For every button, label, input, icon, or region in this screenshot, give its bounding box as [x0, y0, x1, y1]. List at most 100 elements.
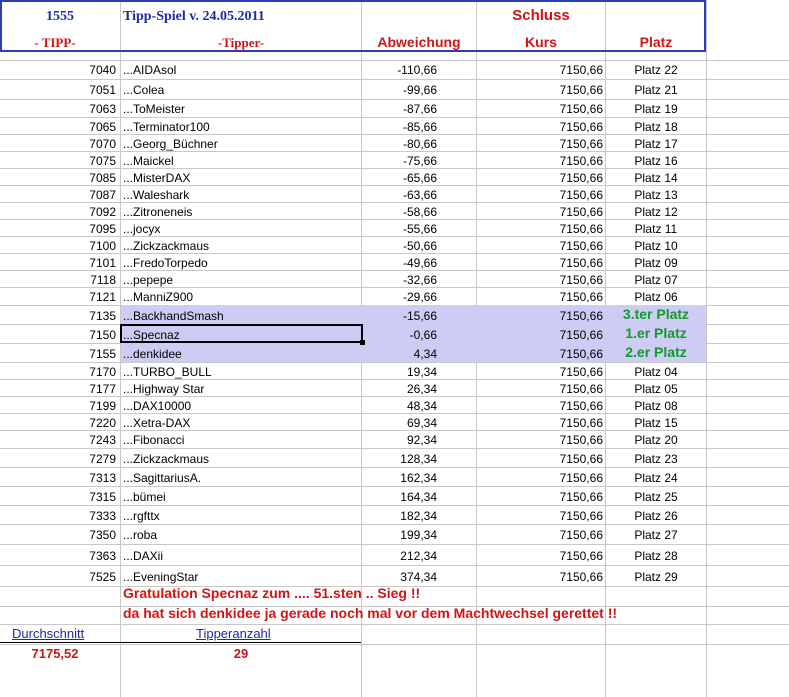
cell-tipp[interactable]: 7220 — [0, 416, 116, 430]
cell-platz[interactable]: Platz 18 — [606, 120, 706, 134]
cell-abweichung[interactable]: -32,66 — [362, 273, 437, 287]
cell-platz[interactable]: Platz 26 — [606, 509, 706, 523]
cell-kurs[interactable]: 7150,66 — [477, 205, 603, 219]
cell-tipper[interactable]: ...Zickzackmaus — [123, 452, 209, 466]
fill-handle[interactable] — [360, 340, 365, 345]
cell-kurs[interactable]: 7150,66 — [477, 452, 603, 466]
cell-abweichung[interactable]: 199,34 — [362, 528, 437, 542]
cell-kurs[interactable]: 7150,66 — [477, 154, 603, 168]
cell-platz[interactable]: Platz 15 — [606, 416, 706, 430]
cell-abweichung[interactable]: 48,34 — [362, 399, 437, 413]
cell-platz[interactable]: Platz 27 — [606, 528, 706, 542]
cell-kurs[interactable]: 7150,66 — [477, 137, 603, 151]
cell-tipp[interactable]: 7101 — [0, 256, 116, 270]
cell-kurs[interactable]: 7150,66 — [477, 239, 603, 253]
cell-tipp[interactable]: 7333 — [0, 509, 116, 523]
cell-kurs[interactable]: 7150,66 — [477, 102, 603, 116]
cell-kurs[interactable]: 7150,66 — [477, 549, 603, 563]
cell-tipper[interactable]: ...Colea — [123, 83, 164, 97]
cell-platz[interactable]: Platz 11 — [606, 222, 706, 236]
cell-abweichung[interactable]: 26,34 — [362, 382, 437, 396]
cell-abweichung[interactable]: 4,34 — [362, 347, 437, 361]
cell-tipper[interactable]: ...Zickzackmaus — [123, 239, 209, 253]
cell-tipp[interactable]: 7121 — [0, 290, 116, 304]
cell-tipp[interactable]: 7525 — [0, 570, 116, 584]
cell-tipper[interactable]: ...denkidee — [123, 347, 182, 361]
cell-platz[interactable]: Platz 22 — [606, 63, 706, 77]
cell-tipper[interactable]: ...MisterDAX — [123, 171, 190, 185]
cell-tipp[interactable]: 7350 — [0, 528, 116, 542]
cell-tipp[interactable]: 7315 — [0, 490, 116, 504]
cell-platz[interactable]: Platz 16 — [606, 154, 706, 168]
cell-abweichung[interactable]: 19,34 — [362, 365, 437, 379]
cell-tipp[interactable]: 7040 — [0, 63, 116, 77]
cell-kurs[interactable]: 7150,66 — [477, 416, 603, 430]
cell-platz[interactable]: Platz 06 — [606, 290, 706, 304]
cell-tipp[interactable]: 7279 — [0, 452, 116, 466]
cell-tipper[interactable]: ...Waleshark — [123, 188, 189, 202]
cell-tipp[interactable]: 7065 — [0, 120, 116, 134]
cell-abweichung[interactable]: -29,66 — [362, 290, 437, 304]
cell-tipp[interactable]: 7135 — [0, 309, 116, 323]
cell-abweichung[interactable]: 164,34 — [362, 490, 437, 504]
cell-abweichung[interactable]: -58,66 — [362, 205, 437, 219]
cell-abweichung[interactable]: -0,66 — [362, 328, 437, 342]
cell-tipp[interactable]: 7313 — [0, 471, 116, 485]
cell-kurs[interactable]: 7150,66 — [477, 528, 603, 542]
cell-abweichung[interactable]: -15,66 — [362, 309, 437, 323]
cell-platz[interactable]: Platz 12 — [606, 205, 706, 219]
cell-tipp[interactable]: 7063 — [0, 102, 116, 116]
cell-abweichung[interactable]: -110,66 — [362, 63, 437, 77]
cell-tipp[interactable]: 7150 — [0, 328, 116, 342]
cell-kurs[interactable]: 7150,66 — [477, 433, 603, 447]
cell-tipp[interactable]: 7075 — [0, 154, 116, 168]
cell-kurs[interactable]: 7150,66 — [477, 171, 603, 185]
cell-abweichung[interactable]: 212,34 — [362, 549, 437, 563]
cell-tipp[interactable]: 7243 — [0, 433, 116, 447]
cell-tipp[interactable]: 7095 — [0, 222, 116, 236]
cell-abweichung[interactable]: -87,66 — [362, 102, 437, 116]
cell-abweichung[interactable]: 162,34 — [362, 471, 437, 485]
cell-kurs[interactable]: 7150,66 — [477, 382, 603, 396]
cell-tipp[interactable]: 7100 — [0, 239, 116, 253]
cell-platz[interactable]: 3.ter Platz — [606, 307, 706, 321]
cell-tipper[interactable]: ...TURBO_BULL — [123, 365, 212, 379]
cell-platz[interactable]: Platz 08 — [606, 399, 706, 413]
cell-platz[interactable]: Platz 28 — [606, 549, 706, 563]
cell-platz[interactable]: Platz 10 — [606, 239, 706, 253]
cell-tipper[interactable]: ...AIDAsol — [123, 63, 176, 77]
cell-kurs[interactable]: 7150,66 — [477, 256, 603, 270]
cell-kurs[interactable]: 7150,66 — [477, 309, 603, 323]
cell-tipp[interactable]: 7085 — [0, 171, 116, 185]
cell-kurs[interactable]: 7150,66 — [477, 273, 603, 287]
cell-tipp[interactable]: 7092 — [0, 205, 116, 219]
cell-kurs[interactable]: 7150,66 — [477, 471, 603, 485]
cell-abweichung[interactable]: -63,66 — [362, 188, 437, 202]
cell-platz[interactable]: Platz 23 — [606, 452, 706, 466]
cell-platz[interactable]: 2.er Platz — [606, 345, 706, 359]
cell-kurs[interactable]: 7150,66 — [477, 490, 603, 504]
cell-tipp[interactable]: 7199 — [0, 399, 116, 413]
cell-abweichung[interactable]: 128,34 — [362, 452, 437, 466]
cell-abweichung[interactable]: 69,34 — [362, 416, 437, 430]
cell-tipper[interactable]: ...BackhandSmash — [123, 309, 224, 323]
cell-platz[interactable]: Platz 19 — [606, 102, 706, 116]
cell-kurs[interactable]: 7150,66 — [477, 120, 603, 134]
cell-kurs[interactable]: 7150,66 — [477, 63, 603, 77]
cell-tipper[interactable]: ...bümei — [123, 490, 166, 504]
cell-kurs[interactable]: 7150,66 — [477, 399, 603, 413]
cell-abweichung[interactable]: -55,66 — [362, 222, 437, 236]
cell-platz[interactable]: Platz 29 — [606, 570, 706, 584]
selected-cell-outline[interactable] — [120, 324, 363, 343]
cell-kurs[interactable]: 7150,66 — [477, 290, 603, 304]
cell-tipp[interactable]: 7051 — [0, 83, 116, 97]
cell-platz[interactable]: Platz 09 — [606, 256, 706, 270]
cell-tipper[interactable]: ...Zitroneneis — [123, 205, 192, 219]
cell-abweichung[interactable]: -49,66 — [362, 256, 437, 270]
cell-kurs[interactable]: 7150,66 — [477, 570, 603, 584]
cell-platz[interactable]: Platz 04 — [606, 365, 706, 379]
cell-tipper[interactable]: ...FredoTorpedo — [123, 256, 208, 270]
cell-abweichung[interactable]: -65,66 — [362, 171, 437, 185]
cell-kurs[interactable]: 7150,66 — [477, 222, 603, 236]
cell-abweichung[interactable]: 182,34 — [362, 509, 437, 523]
